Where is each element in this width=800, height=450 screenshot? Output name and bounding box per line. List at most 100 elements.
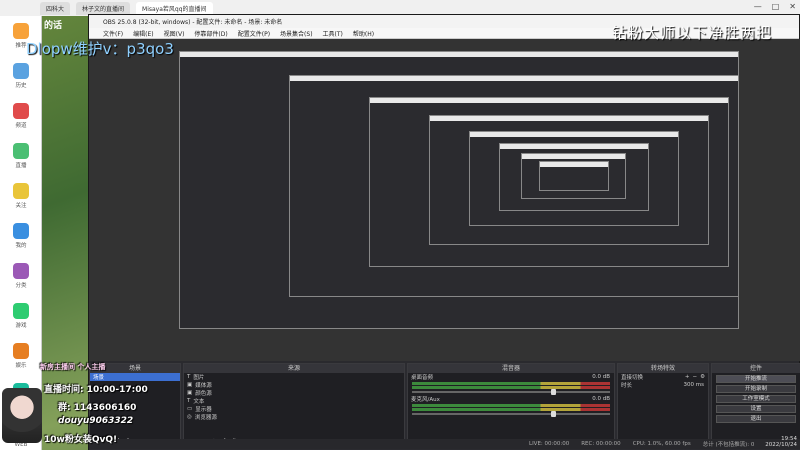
overlay-contact-text: Dlopw维护v：p3qo3: [26, 40, 174, 58]
color-icon: ▣: [187, 390, 193, 396]
gear-icon[interactable]: ⚙: [700, 374, 708, 380]
source-item[interactable]: ▣ 媒体源: [184, 381, 404, 389]
mixer-channel-label: 桌面音频 0.0 dB: [408, 373, 614, 381]
sidebar-item-label: 关注: [15, 203, 27, 209]
cpu-status: CPU: 1.0%, 60.00 fps: [632, 441, 691, 447]
menu-help[interactable]: 帮助(H): [353, 29, 374, 38]
source-item[interactable]: ◎ 浏览器源: [184, 413, 404, 421]
add-icon[interactable]: +: [685, 374, 690, 380]
studio-mode-button[interactable]: 工作室模式: [716, 395, 796, 403]
menu-docks[interactable]: 停靠部件(D): [194, 29, 227, 38]
sources-dock-title: 来源: [184, 364, 404, 373]
volume-meter: [412, 408, 610, 411]
source-item[interactable]: ▣ 颜色源: [184, 389, 404, 397]
browser-tab-active[interactable]: Misaya若风qq的直播间: [136, 1, 213, 15]
settings-button[interactable]: 设置: [716, 405, 796, 413]
game-icon: [13, 303, 29, 319]
obs-title: OBS 25.0.8 (32-bit, windows) - 配置文件: 未命名…: [103, 19, 283, 26]
sidebar-item-category[interactable]: 分类: [0, 256, 42, 296]
browser-tab[interactable]: 四科大: [40, 1, 71, 15]
sidebar-item-label: 推荐: [15, 43, 27, 49]
tab-label: Misaya若风qq的直播间: [142, 5, 207, 13]
volume-meter: [412, 386, 610, 389]
source-label: 文本: [193, 399, 205, 405]
sidebar-item-live[interactable]: 直播: [0, 136, 42, 176]
source-item[interactable]: T 图片: [184, 373, 404, 381]
home-icon: [13, 23, 29, 39]
menu-tools[interactable]: 工具(T): [323, 29, 343, 38]
rec-status: REC: 00:00:00: [581, 441, 621, 447]
transitions-dock: 转场特效 直接切换 + − ⚙ 时长 300 ms: [617, 363, 709, 449]
sidebar-item-follow[interactable]: 关注: [0, 176, 42, 216]
controls-dock-title: 控件: [712, 364, 800, 373]
sidebar-item-label: 分类: [15, 283, 27, 289]
live-icon: [13, 143, 29, 159]
sidebar-item-label: 历史: [15, 83, 27, 89]
source-label: 显示器: [195, 407, 212, 413]
menu-view[interactable]: 视图(V): [164, 29, 185, 38]
follow-icon: [13, 183, 29, 199]
duration-label: 时长: [621, 383, 633, 389]
clock-date: 2022/10/24: [765, 442, 797, 448]
obs-window: OBS 25.0.8 (32-bit, windows) - 配置文件: 未命名…: [88, 14, 800, 450]
exit-button[interactable]: 退出: [716, 415, 796, 423]
menu-file[interactable]: 文件(F): [103, 29, 123, 38]
transitions-dock-title: 转场特效: [618, 364, 708, 373]
media-icon: ▣: [187, 382, 193, 388]
start-streaming-button[interactable]: 开始推流: [716, 375, 796, 383]
duration-input[interactable]: 300 ms: [684, 382, 708, 388]
minimize-button[interactable]: —: [754, 2, 762, 11]
summary-status: 总计 (不包括推流): 0: [702, 442, 755, 448]
menu-profile[interactable]: 配置文件(P): [238, 29, 270, 38]
overlay-top-left-text: 的话: [44, 21, 63, 31]
category-icon: [13, 263, 29, 279]
sidebar-item-mine[interactable]: 我的: [0, 216, 42, 256]
tab-label: 四科大: [46, 5, 65, 13]
sidebar-item-label: 我的: [15, 243, 27, 249]
channel-name: 麦克风/Aux: [411, 397, 440, 403]
stream-time-text: 直播时间: 10:00-17:00: [44, 385, 148, 395]
group-number-text: 群: 1143606160: [58, 403, 137, 413]
maximize-button[interactable]: □: [772, 2, 780, 11]
sidebar-item-label: 游戏: [15, 323, 27, 329]
slider-knob[interactable]: [550, 389, 556, 395]
obs-preview[interactable]: [89, 39, 800, 361]
nested-preview: [539, 161, 609, 191]
fans-text: 10w粉女装QvQ!: [44, 435, 118, 445]
source-item[interactable]: ▭ 显示器: [184, 405, 404, 413]
douyu-id-text: douyu9063322: [58, 416, 134, 426]
mixer-channel-label: 麦克风/Aux 0.0 dB: [408, 395, 614, 403]
duration-row: 时长 300 ms: [618, 381, 708, 389]
browser-tab[interactable]: 林子文的直播间: [76, 1, 131, 15]
remove-icon[interactable]: −: [692, 374, 697, 380]
channel-icon: [13, 103, 29, 119]
source-label: 浏览器源: [194, 415, 217, 421]
menu-scene-collection[interactable]: 场景集合(S): [280, 29, 313, 38]
obs-statusbar: LIVE: 00:00:00 REC: 00:00:00 CPU: 1.0%, …: [89, 439, 800, 449]
sidebar-item-game[interactable]: 游戏: [0, 296, 42, 336]
text-icon: T: [187, 398, 191, 404]
user-icon: [13, 223, 29, 239]
history-icon: [13, 63, 29, 79]
overlay-banner-text: 钻粉大师以下净胜两把: [611, 24, 772, 42]
sidebar-item-label: 直播: [15, 163, 27, 169]
slider-knob[interactable]: [550, 411, 556, 417]
sidebar-item-history[interactable]: 历史: [0, 56, 42, 96]
close-button[interactable]: ✕: [789, 2, 796, 11]
volume-slider[interactable]: [412, 389, 610, 395]
transition-type: 直接切换: [621, 375, 644, 381]
source-item[interactable]: T 文本: [184, 397, 404, 405]
sidebar-item-channel[interactable]: 频道: [0, 96, 42, 136]
sidebar-item-label: 频道: [15, 123, 27, 129]
obs-docks: 场景 场景 + − ˄ ˅ 来源 T图片 ▣媒体源 ▣颜色源 T文本 ▭显示器 …: [89, 363, 800, 450]
menu-edit[interactable]: 编辑(E): [133, 29, 153, 38]
source-label: 媒体源: [195, 383, 212, 389]
source-label: 颜色源: [195, 391, 212, 397]
monitor-icon: ▭: [187, 406, 193, 412]
mixer-dock-title: 混音器: [408, 364, 614, 373]
volume-slider[interactable]: [412, 411, 610, 417]
widget-header: 新房主播间 个人主播: [40, 363, 106, 371]
start-recording-button[interactable]: 开始录制: [716, 385, 796, 393]
channel-name: 桌面音频: [411, 375, 434, 381]
transition-select[interactable]: 直接切换 + − ⚙: [618, 373, 708, 381]
